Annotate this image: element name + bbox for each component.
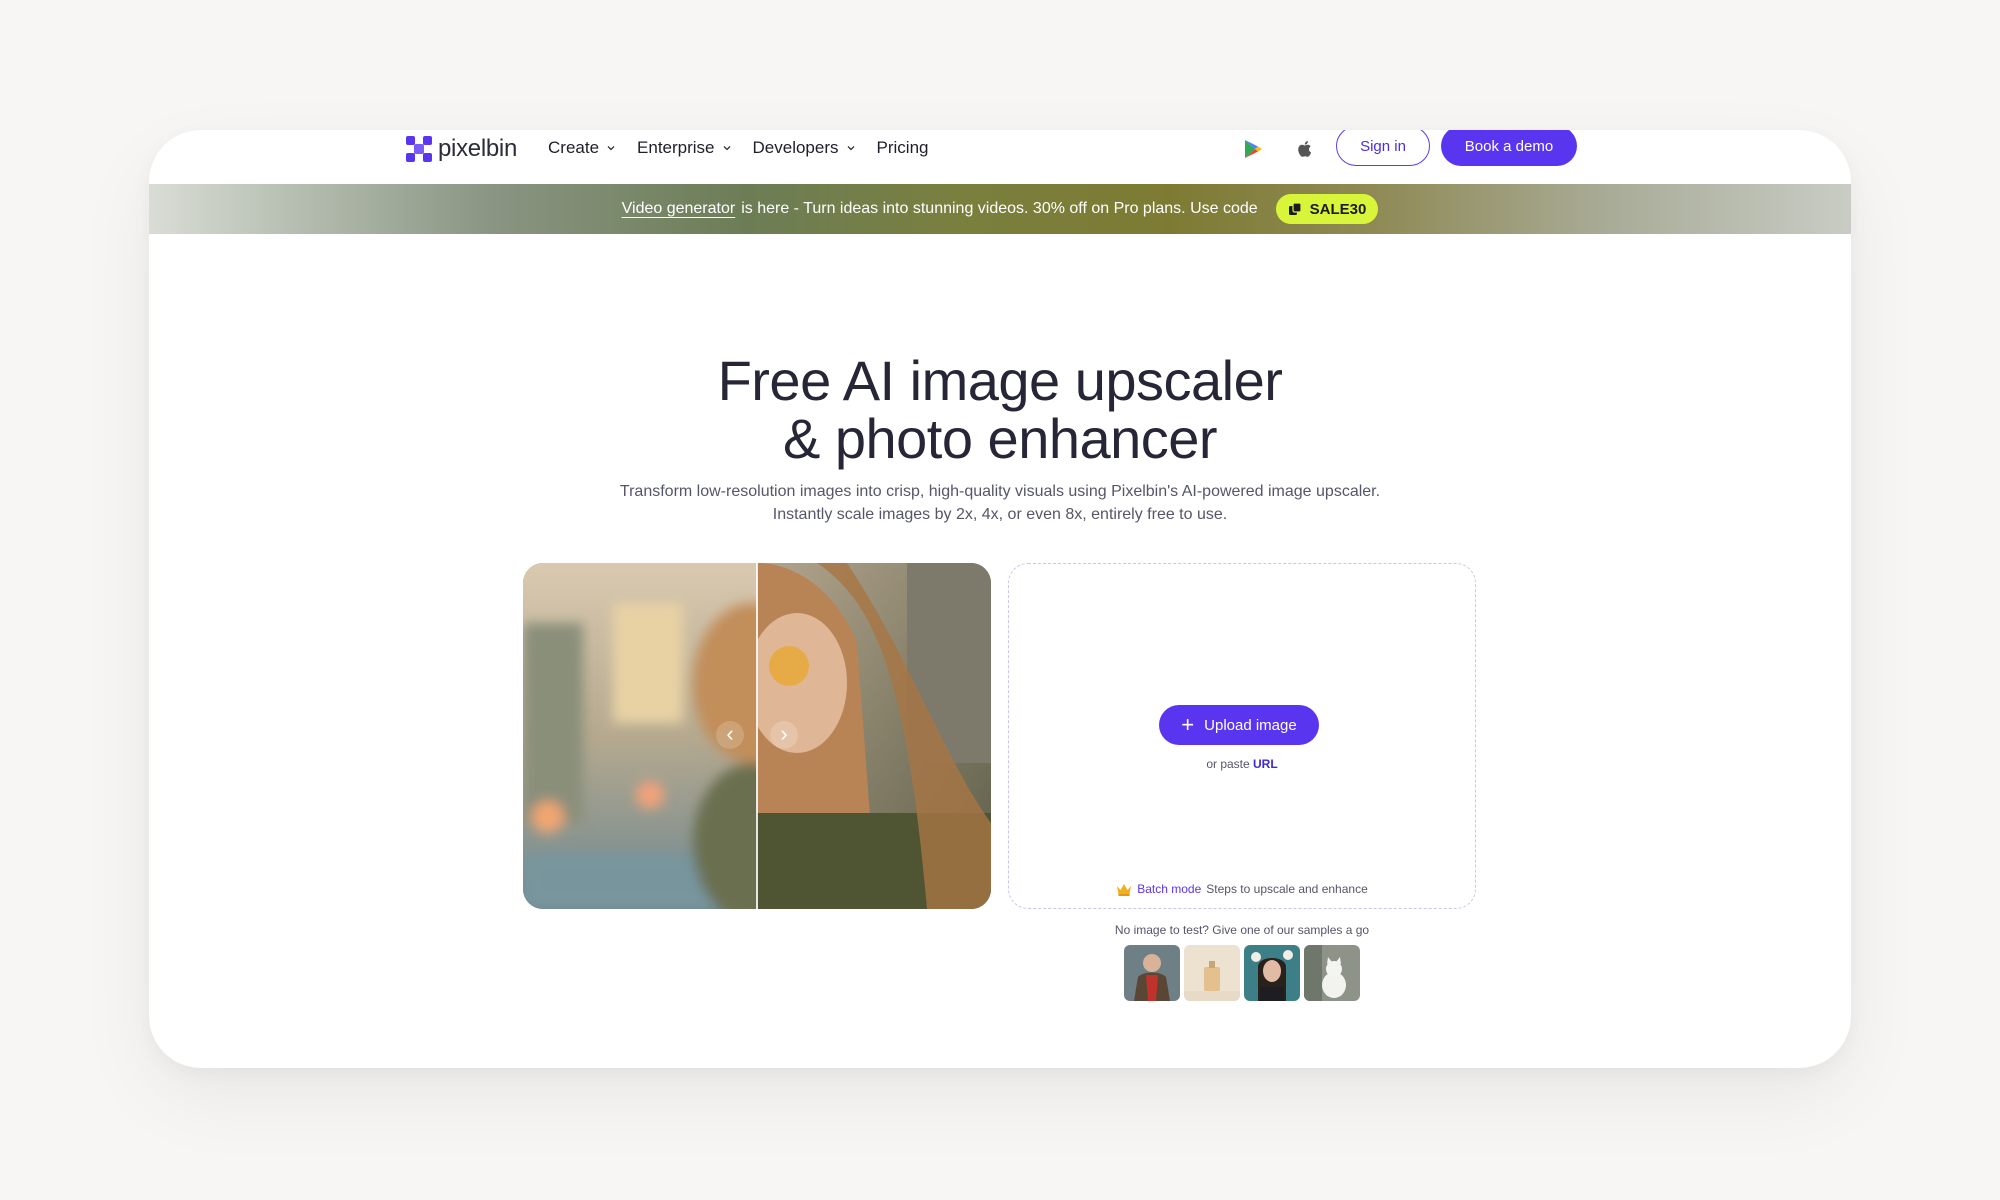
upload-dropzone[interactable]: + Upload image or paste URL Batch mode S… xyxy=(1008,563,1476,909)
chevron-down-icon xyxy=(847,146,854,151)
title-line-2: & photo enhancer xyxy=(782,407,1218,470)
samples-label: No image to test? Give one of our sample… xyxy=(1114,923,1370,937)
sample-image xyxy=(1184,945,1240,1001)
apple-icon[interactable] xyxy=(1294,138,1316,160)
plus-icon: + xyxy=(1181,712,1195,737)
nav-item-label: Developers xyxy=(752,138,839,157)
nav-item-pricing[interactable]: Pricing xyxy=(877,138,929,158)
batch-mode-row: Batch mode Steps to upscale and enhance xyxy=(1009,882,1475,896)
sample-thumbnail-man[interactable] xyxy=(1124,945,1180,1001)
nav-item-enterprise[interactable]: Enterprise xyxy=(637,138,730,158)
nav-item-label: Pricing xyxy=(876,138,929,157)
compare-divider-handle[interactable] xyxy=(756,563,758,909)
before-after-comparison[interactable]: ‹ › xyxy=(523,563,991,909)
pixelbin-logo-icon xyxy=(406,136,432,162)
batch-mode-link[interactable]: Batch mode xyxy=(1137,882,1201,896)
logo-text: pixelbin xyxy=(438,135,517,162)
book-demo-button[interactable]: Book a demo xyxy=(1441,130,1577,166)
nav-links: Create Enterprise Developers Pricing xyxy=(548,138,928,158)
paste-url-link[interactable]: URL xyxy=(1253,757,1278,771)
title-line-1: Free AI image upscaler xyxy=(717,349,1283,412)
subtitle-line-1: Transform low-resolution images into cri… xyxy=(619,483,1381,500)
coupon-code: SALE30 xyxy=(1309,200,1367,218)
sample-thumbnail-cat[interactable] xyxy=(1304,945,1360,1001)
page-frame: pixelbin Create Enterprise Developers Pr… xyxy=(149,130,1851,1068)
upload-button-label: Upload image xyxy=(1204,716,1297,734)
nav-item-label: Enterprise xyxy=(637,138,715,157)
sample-image xyxy=(1124,945,1180,1001)
nav-item-developers[interactable]: Developers xyxy=(753,138,855,158)
sample-image xyxy=(1304,945,1360,1001)
video-generator-link[interactable]: Video generator xyxy=(622,200,736,218)
nav-item-create[interactable]: Create xyxy=(548,138,615,158)
logo[interactable]: pixelbin xyxy=(406,135,517,163)
sample-image xyxy=(1244,945,1300,1001)
upload-image-button[interactable]: + Upload image xyxy=(1159,705,1319,745)
google-play-icon[interactable] xyxy=(1242,138,1264,160)
chevron-left-icon[interactable]: ‹ xyxy=(716,721,744,749)
page-title: Free AI image upscaler & photo enhancer xyxy=(149,352,1851,468)
batch-mode-text: Steps to upscale and enhance xyxy=(1206,882,1368,896)
promo-banner: Video generator is here - Turn ideas int… xyxy=(149,184,1851,234)
chevron-down-icon xyxy=(607,146,615,151)
chevron-right-icon[interactable]: › xyxy=(770,721,798,749)
banner-message: is here - Turn ideas into stunning video… xyxy=(741,200,1258,217)
sample-thumbnail-girl[interactable] xyxy=(1244,945,1300,1001)
coupon-code-badge[interactable]: SALE30 xyxy=(1275,194,1379,224)
banner-content: Video generator is here - Turn ideas int… xyxy=(622,194,1379,224)
sample-images xyxy=(1124,945,1360,1001)
page-subtitle: Transform low-resolution images into cri… xyxy=(149,480,1851,526)
copy-icon xyxy=(1288,202,1302,215)
subtitle-line-2: Instantly scale images by 2x, 4x, or eve… xyxy=(772,506,1228,523)
paste-url-hint: or paste URL xyxy=(1009,757,1475,771)
or-paste-text: or paste xyxy=(1206,757,1250,771)
sample-thumbnail-perfume[interactable] xyxy=(1184,945,1240,1001)
nav-item-label: Create xyxy=(548,138,600,157)
crown-icon xyxy=(1117,883,1132,896)
top-navigation: pixelbin Create Enterprise Developers Pr… xyxy=(149,130,1851,184)
sign-in-button[interactable]: Sign in xyxy=(1336,130,1430,166)
chevron-down-icon xyxy=(723,146,730,151)
